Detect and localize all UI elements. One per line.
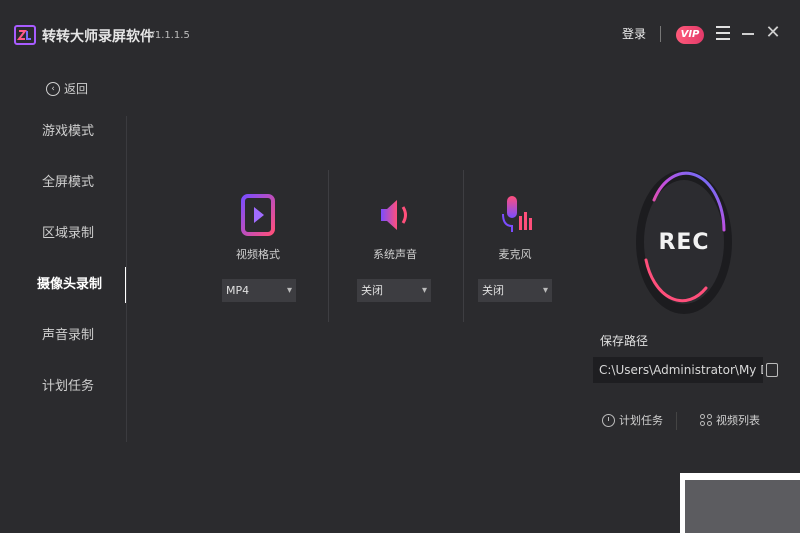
save-path-field[interactable]: C:\Users\Administrator\My Documents xyxy=(593,357,763,383)
vip-badge[interactable]: VIP xyxy=(676,26,704,44)
sidebar-item-region[interactable]: 区域录制 xyxy=(0,216,127,252)
bottom-divider xyxy=(676,412,677,430)
microphone-label: 麦克风 xyxy=(498,248,532,261)
sidebar-item-label: 计划任务 xyxy=(42,379,95,394)
app-logo-icon xyxy=(14,25,36,45)
option-divider xyxy=(463,170,464,322)
save-path-label: 保存路径 xyxy=(600,334,649,348)
sidebar-item-camera[interactable]: 摄像头录制 xyxy=(0,267,127,303)
system-audio-option: 系统声音 xyxy=(357,192,433,262)
sidebar: ‹ 返回 游戏模式 全屏模式 区域录制 摄像头录制 声音录制 计划任务 xyxy=(0,66,127,446)
microphone-select[interactable]: 关闭 ▾ xyxy=(478,279,552,302)
back-button[interactable]: ‹ 返回 xyxy=(46,80,88,97)
sidebar-item-label: 区域录制 xyxy=(42,226,95,241)
minimize-icon[interactable] xyxy=(742,33,754,35)
video-list-label: 视频列表 xyxy=(716,414,760,427)
chevron-down-icon: ▾ xyxy=(542,285,548,296)
sidebar-item-audio[interactable]: 声音录制 xyxy=(0,318,127,354)
menu-icon[interactable] xyxy=(716,26,730,42)
microphone-option: 麦克风 xyxy=(477,192,553,262)
sidebar-item-label: 声音录制 xyxy=(42,328,95,343)
folder-icon[interactable] xyxy=(766,363,778,377)
close-icon[interactable]: ✕ xyxy=(765,23,781,43)
sidebar-divider xyxy=(126,116,127,442)
video-format-select[interactable]: MP4 ▾ xyxy=(222,279,296,302)
video-format-value: MP4 xyxy=(226,284,250,297)
sidebar-item-game-mode[interactable]: 游戏模式 xyxy=(0,114,127,150)
sidebar-item-label: 游戏模式 xyxy=(42,124,95,139)
titlebar: 转转大师录屏软件 V1.1.1.5 登录 VIP ✕ xyxy=(0,0,800,66)
app-version: V1.1.1.5 xyxy=(148,30,190,41)
microphone-icon xyxy=(502,196,532,232)
scheduled-task-label: 计划任务 xyxy=(619,414,663,427)
camera-preview xyxy=(685,480,800,533)
clock-icon xyxy=(602,413,615,427)
rec-label: REC xyxy=(658,230,710,255)
login-link[interactable]: 登录 xyxy=(622,25,646,42)
video-format-label: 视频格式 xyxy=(236,248,280,261)
system-audio-value: 关闭 xyxy=(361,284,383,297)
speaker-icon xyxy=(381,200,407,230)
rec-button[interactable]: REC xyxy=(636,170,732,314)
sidebar-item-fullscreen[interactable]: 全屏模式 xyxy=(0,165,127,201)
sidebar-item-scheduled[interactable]: 计划任务 xyxy=(0,369,127,405)
video-list-button[interactable]: 视频列表 xyxy=(700,412,760,428)
app-title: 转转大师录屏软件 xyxy=(42,29,154,45)
grid-icon xyxy=(700,414,712,426)
microphone-value: 关闭 xyxy=(482,284,504,297)
system-audio-label: 系统声音 xyxy=(373,248,417,261)
titlebar-divider xyxy=(660,26,661,42)
back-label: 返回 xyxy=(64,82,89,96)
video-format-option: 视频格式 xyxy=(220,192,296,262)
sidebar-item-label: 摄像头录制 xyxy=(37,277,103,292)
chevron-left-icon: ‹ xyxy=(46,81,60,96)
system-audio-select[interactable]: 关闭 ▾ xyxy=(357,279,431,302)
option-divider xyxy=(328,170,329,322)
video-file-icon xyxy=(241,194,275,236)
chevron-down-icon: ▾ xyxy=(286,285,292,296)
scheduled-task-button[interactable]: 计划任务 xyxy=(602,412,663,428)
sidebar-item-label: 全屏模式 xyxy=(42,175,95,190)
chevron-down-icon: ▾ xyxy=(421,285,427,296)
